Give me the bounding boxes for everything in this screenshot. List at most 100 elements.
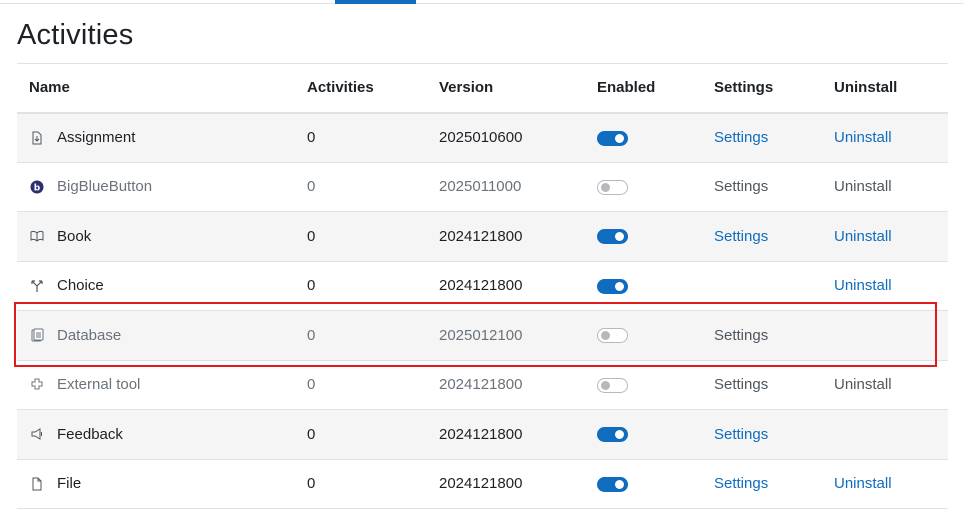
choice-icon	[29, 278, 45, 294]
uninstall-link[interactable]: Uninstall	[834, 178, 892, 195]
cell-settings: Settings	[714, 162, 834, 212]
uninstall-link[interactable]: Uninstall	[834, 376, 892, 393]
table-row: External tool 0 2024121800 Settings Uninstal…	[17, 360, 948, 410]
cell-settings: Settings	[714, 211, 834, 262]
table-row: b BigBlueButton 0 2025011000 Settings Uninsta…	[17, 162, 948, 212]
module-name: BigBlueButton	[57, 178, 153, 196]
enabled-toggle[interactable]	[597, 229, 628, 245]
database-icon	[29, 327, 45, 343]
enabled-toggle[interactable]	[597, 427, 628, 443]
column-header-uninstall: Uninstall	[834, 63, 948, 114]
cell-name: Feedback	[17, 409, 307, 460]
uninstall-link[interactable]: Uninstall	[834, 228, 892, 245]
cell-name: External tool	[17, 360, 307, 410]
toggle-knob	[615, 479, 624, 489]
uninstall-link[interactable]: Uninstall	[834, 475, 892, 492]
column-header-version: Version	[439, 63, 597, 114]
cell-uninstall	[834, 310, 948, 361]
column-header-activities: Activities	[307, 63, 439, 114]
settings-link[interactable]: Settings	[714, 228, 768, 245]
toggle-knob	[615, 281, 624, 291]
feedback-icon	[29, 426, 45, 442]
module-name: Book	[57, 227, 92, 245]
activities-table: Name Activities Version Enabled Settings…	[17, 63, 948, 509]
assignment-icon	[29, 130, 45, 146]
enabled-toggle[interactable]	[597, 476, 628, 492]
toggle-knob	[615, 133, 624, 143]
toggle-knob	[601, 182, 610, 192]
module-name: File	[57, 475, 82, 493]
uninstall-link[interactable]: Uninstall	[834, 277, 892, 294]
table-row: File 0 2024121800 Settings Uninstall	[17, 459, 948, 509]
cell-version: 2024121800	[439, 459, 597, 509]
enabled-toggle[interactable]	[597, 130, 628, 146]
module-name: External tool	[57, 376, 141, 394]
file-icon	[29, 476, 45, 492]
module-name: Feedback	[57, 425, 123, 443]
cell-activities-count: 0	[307, 310, 439, 361]
table-row: Book 0 2024121800 Settings Uninstall	[17, 211, 948, 262]
cell-settings: Settings	[714, 310, 834, 361]
settings-link[interactable]: Settings	[714, 178, 768, 195]
cell-version: 2024121800	[439, 261, 597, 311]
cell-enabled	[597, 162, 714, 212]
cell-uninstall: Uninstall	[834, 459, 948, 509]
cell-activities-count: 0	[307, 112, 439, 163]
enabled-toggle[interactable]	[597, 377, 628, 393]
bigbluebutton-icon: b	[29, 179, 45, 195]
cell-activities-count: 0	[307, 162, 439, 212]
settings-link[interactable]: Settings	[714, 376, 768, 393]
cell-name: Choice	[17, 261, 307, 311]
table-row: Assignment 0 2025010600 Settings Uninstall	[17, 112, 948, 163]
cell-activities-count: 0	[307, 360, 439, 410]
cell-enabled	[597, 360, 714, 410]
cell-name: Book	[17, 211, 307, 262]
cell-uninstall	[834, 409, 948, 460]
active-tab-indicator	[335, 0, 416, 4]
cell-settings: Settings	[714, 459, 834, 509]
toggle-knob	[601, 380, 610, 390]
cell-uninstall: Uninstall	[834, 162, 948, 212]
cell-enabled	[597, 211, 714, 262]
cell-settings: Settings	[714, 409, 834, 460]
settings-link[interactable]: Settings	[714, 426, 768, 443]
cell-version: 2024121800	[439, 360, 597, 410]
cell-uninstall: Uninstall	[834, 360, 948, 410]
column-header-name[interactable]: Name	[17, 63, 307, 114]
cell-name: b BigBlueButton	[17, 162, 307, 212]
cell-version: 2025012100	[439, 310, 597, 361]
cell-uninstall: Uninstall	[834, 112, 948, 163]
table-row: Feedback 0 2024121800 Settings	[17, 409, 948, 460]
external-tool-icon	[29, 377, 45, 393]
book-icon	[29, 228, 45, 244]
cell-activities-count: 0	[307, 459, 439, 509]
settings-link[interactable]: Settings	[714, 129, 768, 146]
cell-activities-count: 0	[307, 409, 439, 460]
settings-link[interactable]: Settings	[714, 475, 768, 492]
module-name: Choice	[57, 277, 104, 295]
cell-enabled	[597, 261, 714, 311]
svg-text:b: b	[34, 183, 41, 193]
column-header-settings: Settings	[714, 63, 834, 114]
table-row: Database 0 2025012100 Settings	[17, 310, 948, 361]
cell-settings: Settings	[714, 112, 834, 163]
uninstall-link[interactable]: Uninstall	[834, 129, 892, 146]
settings-link[interactable]: Settings	[714, 327, 768, 344]
enabled-toggle[interactable]	[597, 278, 628, 294]
top-divider	[0, 3, 964, 4]
enabled-toggle[interactable]	[597, 328, 628, 344]
cell-uninstall: Uninstall	[834, 261, 948, 311]
cell-enabled	[597, 459, 714, 509]
toggle-knob	[615, 430, 624, 440]
toggle-knob	[615, 232, 624, 242]
cell-enabled	[597, 310, 714, 361]
cell-uninstall: Uninstall	[834, 211, 948, 262]
cell-name: Database	[17, 310, 307, 361]
cell-name: File	[17, 459, 307, 509]
cell-version: 2024121800	[439, 409, 597, 460]
module-name: Database	[57, 326, 122, 344]
cell-version: 2025011000	[439, 162, 597, 212]
cell-version: 2025010600	[439, 112, 597, 163]
table-header-row: Name Activities Version Enabled Settings…	[17, 63, 948, 114]
enabled-toggle[interactable]	[597, 179, 628, 195]
